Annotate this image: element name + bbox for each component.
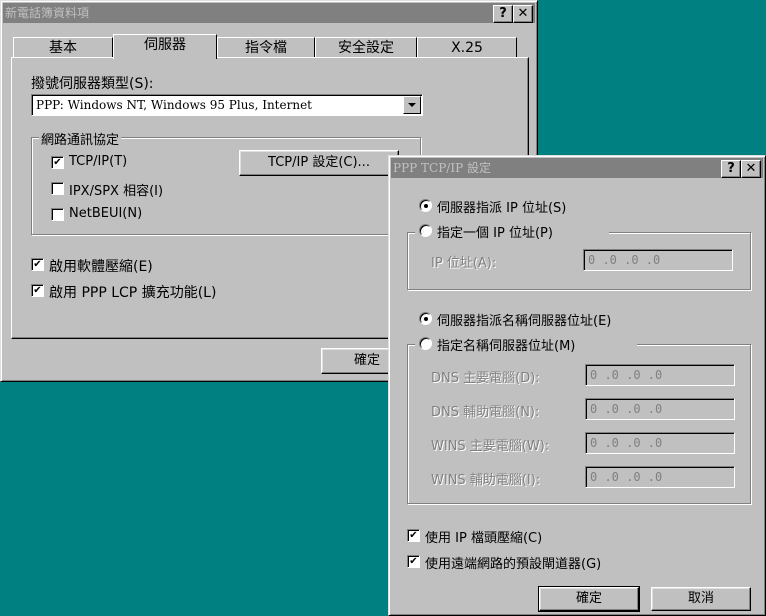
ipx-checkbox[interactable] — [51, 182, 64, 195]
default-gateway-checkbox[interactable]: ✔ — [407, 555, 420, 568]
dns-specify-radio[interactable] — [419, 337, 432, 350]
ppp-lcp-label[interactable]: 啟用 PPP LCP 擴充功能(L) — [49, 282, 216, 302]
ipx-label[interactable]: IPX/SPX 相容(I) — [69, 180, 163, 199]
wins-primary-field[interactable]: 0 .0 .0 .0 — [585, 432, 735, 454]
tab-basic[interactable]: 基本 — [13, 37, 113, 58]
ip-server-assigned-label[interactable]: 伺服器指派 IP 位址(S) — [437, 197, 566, 216]
dns-server-assigned-radio[interactable] — [419, 312, 432, 325]
default-gateway-label[interactable]: 使用遠端網路的預設閘道器(G) — [425, 553, 601, 572]
ip-specify-radio[interactable] — [419, 224, 432, 237]
main-window-titlebar[interactable]: 新電話簿資料項 ? ✕ — [3, 3, 535, 23]
ip-server-assigned-radio[interactable] — [419, 199, 432, 212]
ip-address-field[interactable]: 0 .0 .0 .0 — [583, 249, 733, 271]
close-button[interactable]: ✕ — [513, 5, 533, 23]
chevron-down-icon[interactable] — [403, 96, 421, 114]
tab-x25[interactable]: X.25 — [417, 37, 517, 58]
tcpip-checkbox[interactable]: ✔ — [51, 156, 64, 169]
server-type-value: PPP: Windows NT, Windows 95 Plus, Intern… — [36, 98, 312, 112]
dns-secondary-field[interactable]: 0 .0 .0 .0 — [585, 398, 735, 420]
help-button[interactable]: ? — [493, 5, 513, 23]
wins-secondary-label: WINS 輔助電腦(I): — [431, 473, 541, 488]
close-button[interactable]: ✕ — [741, 160, 761, 178]
wins-primary-label: WINS 主要電腦(W): — [431, 439, 550, 454]
tab-script[interactable]: 指令檔 — [217, 37, 315, 58]
tab-server[interactable]: 伺服器 — [113, 34, 217, 59]
dns-specify-label[interactable]: 指定名稱伺服器位址(M) — [437, 335, 575, 354]
software-compression-checkbox[interactable]: ✔ — [31, 258, 44, 271]
ip-address-label: IP 位址(A): — [431, 256, 497, 271]
netbeui-label[interactable]: NetBEUI(N) — [69, 206, 142, 221]
tcpip-settings-button[interactable]: TCP/IP 設定(C)... — [239, 150, 399, 176]
tcpip-label[interactable]: TCP/IP(T) — [69, 154, 127, 169]
wins-secondary-field[interactable]: 0 .0 .0 .0 — [585, 466, 735, 488]
ppp-lcp-checkbox[interactable]: ✔ — [31, 284, 44, 297]
server-type-select[interactable]: PPP: Windows NT, Windows 95 Plus, Intern… — [31, 94, 423, 116]
tcpip-dialog: PPP TCP/IP 設定 ? ✕ 伺服器指派 IP 位址(S) 指定一個 IP… — [388, 155, 766, 616]
ip-header-compression-label[interactable]: 使用 IP 檔頭壓縮(C) — [425, 527, 542, 546]
main-window-title: 新電話簿資料項 — [5, 6, 90, 20]
server-type-label: 撥號伺服器類型(S): — [31, 76, 154, 92]
tab-security[interactable]: 安全設定 — [315, 37, 417, 58]
dns-primary-label: DNS 主要電腦(D): — [431, 371, 540, 386]
ip-header-compression-checkbox[interactable]: ✔ — [407, 529, 420, 542]
netbeui-checkbox[interactable] — [51, 208, 64, 221]
tcpip-ok-button[interactable]: 確定 — [538, 586, 640, 612]
tcpip-dialog-title: PPP TCP/IP 設定 — [393, 161, 491, 175]
help-button[interactable]: ? — [721, 160, 741, 178]
dns-secondary-label: DNS 輔助電腦(N): — [431, 405, 540, 420]
ip-specify-label[interactable]: 指定一個 IP 位址(P) — [437, 222, 553, 241]
software-compression-label[interactable]: 啟用軟體壓縮(E) — [49, 256, 153, 276]
dns-server-assigned-label[interactable]: 伺服器指派名稱伺服器位址(E) — [437, 310, 611, 329]
dns-primary-field[interactable]: 0 .0 .0 .0 — [585, 364, 735, 386]
protocol-group-label: 網路通訊協定 — [39, 129, 122, 148]
tcpip-dialog-titlebar[interactable]: PPP TCP/IP 設定 ? ✕ — [391, 158, 763, 178]
tcpip-cancel-button[interactable]: 取消 — [651, 587, 751, 611]
